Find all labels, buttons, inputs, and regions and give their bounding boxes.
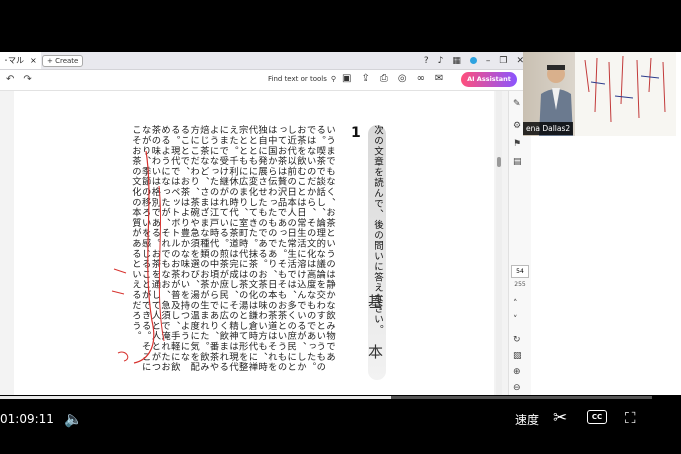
fullscreen-icon[interactable]: ⛶ (625, 409, 636, 427)
whiteboard (575, 52, 676, 136)
webcam-overlay: ena Dallas2 (523, 52, 676, 136)
page-number-field[interactable]: 54 (511, 265, 529, 278)
speed-button[interactable]: 速度 (515, 411, 539, 428)
restore-icon[interactable]: ❐ (499, 56, 507, 66)
playback-time: 01:09:11 (0, 412, 54, 426)
save-icon[interactable]: ▣ (342, 73, 351, 84)
document-icon[interactable]: ▧ (513, 351, 522, 361)
search-icon: ⚲ (330, 75, 337, 83)
refresh-icon[interactable]: ↻ (513, 335, 521, 345)
vertical-scrollbar[interactable] (496, 91, 502, 395)
scrollbar-thumb[interactable] (497, 157, 501, 167)
zoom-out-icon[interactable]: ⊖ (513, 383, 521, 393)
minimize-icon[interactable]: – (486, 56, 491, 66)
acrobat-toolbar: ↶ ↷ Find text or tools ⚲ ▣ ⇪ ⎙ ◎ ∞ ✉ AI … (0, 70, 530, 91)
toolbar-icons: ▣ ⇪ ⎙ ◎ ∞ ✉ (342, 73, 443, 84)
participant-name: ena Dallas2 (523, 122, 574, 135)
progress-fill (0, 396, 392, 399)
ai-assistant-button[interactable]: AI Assistant (461, 72, 517, 87)
acrobat-tab-bar: ･マル × + Create ? ♪ ▦ – ❐ ✕ (0, 52, 530, 70)
link-icon[interactable]: ∞ (417, 73, 425, 84)
question-instruction: 次の文章を読んで、後の問いに答えなさい。 (372, 125, 383, 335)
whiteboard-writing (584, 55, 666, 123)
find-label: Find text or tools (268, 75, 327, 83)
pages-icon[interactable]: ▤ (513, 157, 522, 167)
chevron-down-icon[interactable]: ˅ (513, 315, 518, 325)
comment-icon[interactable]: ✎ (513, 99, 521, 109)
document-page: いうまでもなく、お茶というのは静かな飲み物である。喫茶で談話し、論理的な議論を交… (14, 91, 494, 395)
question-number: 1 (351, 125, 361, 141)
right-sidebar: ✎ ⚙ ⚑ ▤ 54 255 ˄ ˅ ↻ ▧ ⊕ ⊖ (508, 91, 531, 395)
close-tab-icon[interactable]: × (30, 52, 37, 69)
video-frame: ･マル × + Create ? ♪ ▦ – ❐ ✕ ↶ ↷ Find text… (0, 0, 681, 454)
print-icon[interactable]: ⎙ (380, 73, 388, 84)
document-tab-label: ･マル (4, 56, 24, 65)
section-label-1: 基 (368, 293, 384, 311)
share-icon[interactable]: ◎ (398, 73, 407, 84)
captions-button[interactable]: CC (587, 410, 607, 424)
settings-icon[interactable]: ⚙ (513, 121, 521, 131)
clip-scissors-icon[interactable]: ✂ (553, 408, 567, 428)
upload-icon[interactable]: ⇪ (361, 73, 369, 84)
document-viewport[interactable]: いうまでもなく、お茶というのは静かな飲み物である。喫茶で談話し、論理的な議論を交… (0, 91, 508, 395)
volume-icon[interactable]: 🔈 (64, 410, 83, 428)
section-label-2: 本 (368, 343, 384, 361)
profile-icon[interactable] (469, 57, 477, 64)
page-total: 255 (514, 281, 526, 288)
chevron-up-icon[interactable]: ˄ (513, 299, 518, 309)
redo-icon[interactable]: ↷ (23, 74, 31, 85)
mail-icon[interactable]: ✉ (435, 73, 443, 84)
bell-icon[interactable]: ♪ (438, 56, 444, 66)
bookmark-icon[interactable]: ⚑ (513, 139, 521, 149)
apps-icon[interactable]: ▦ (452, 56, 461, 66)
help-icon[interactable]: ? (424, 56, 429, 66)
zoom-in-icon[interactable]: ⊕ (513, 367, 521, 377)
create-button[interactable]: + Create (42, 55, 84, 67)
undo-redo: ↶ ↷ (6, 74, 32, 85)
undo-icon[interactable]: ↶ (6, 74, 14, 85)
player-controls: 01:09:11 🔈 速度 ✂ CC ⛶ (0, 400, 681, 440)
passage-text: いうまでもなく、お茶というのは静かな飲み物である。喫茶で談話し、論理的な議論を交… (129, 125, 335, 373)
find-tools[interactable]: Find text or tools ⚲ (268, 75, 336, 83)
document-tab[interactable]: ･マル × (0, 52, 41, 69)
window-controls: ? ♪ ▦ – ❐ ✕ (424, 52, 524, 69)
